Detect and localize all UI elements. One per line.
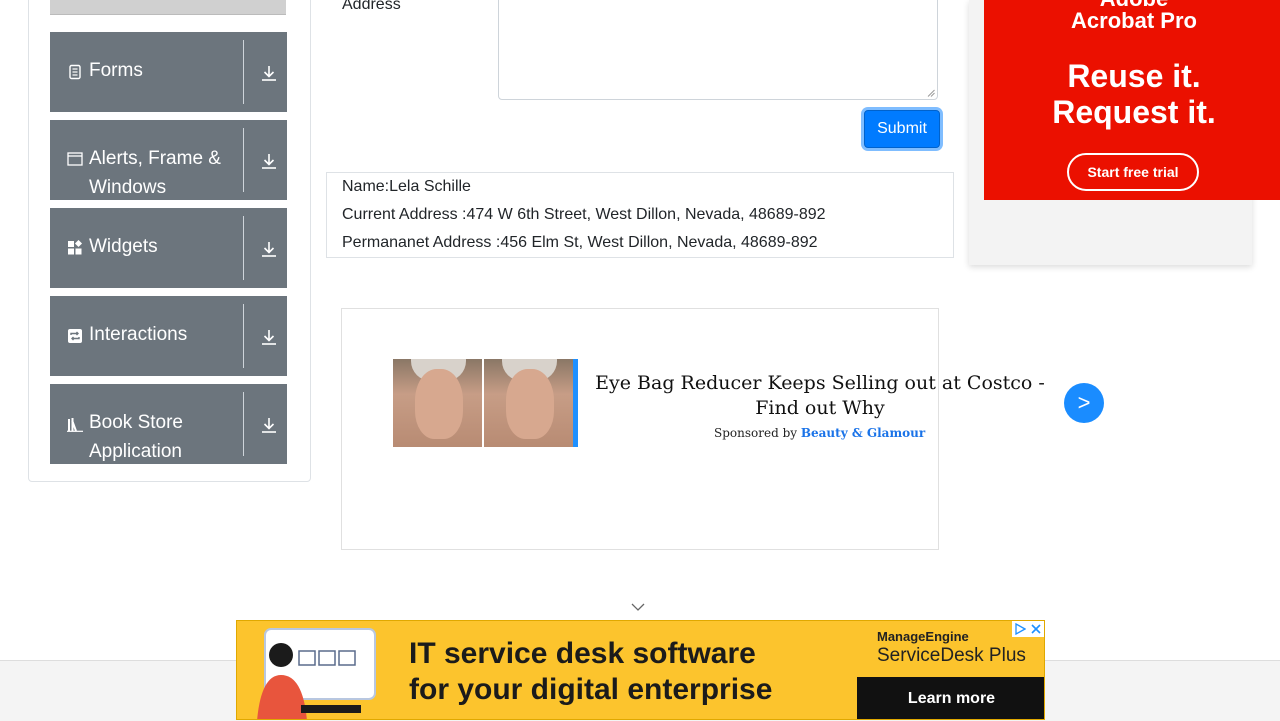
sidebar-group-label: Forms [89,60,143,81]
output-permanent-address: Permananet Address :456 Elm St, West Dil… [342,234,818,251]
divider [243,392,244,456]
books-icon [67,418,83,432]
chevron-down-icon[interactable] [631,602,645,612]
download-icon [262,154,276,169]
sidebar-group-interactions[interactable]: Interactions [50,296,287,376]
divider [243,304,244,368]
output-name: Name:Lela Schille [342,178,471,195]
sponsored-ad[interactable]: Eye Bag Reducer Keeps Selling out at Cos… [341,308,1104,550]
support-agent-illustration [257,628,376,719]
submit-button[interactable]: Submit [864,110,940,148]
sidebar-group-forms[interactable]: Forms [50,32,287,112]
ad-next-button[interactable]: > [1064,383,1104,423]
ad-sponsored-prefix: Sponsored by [714,426,798,440]
close-icon[interactable] [1030,623,1042,635]
resize-handle-icon[interactable] [927,89,935,97]
download-icon [262,242,276,257]
start-free-trial-button[interactable]: Start free trial [1067,153,1199,191]
sidebar-group-bookstore[interactable]: Book Store Application [50,384,287,464]
sidebar-group-label: Book Store Application [89,412,183,462]
form-icon [69,64,81,80]
ad-choices[interactable] [1012,621,1044,637]
divider [243,128,244,192]
permanent-address-textarea[interactable] [498,0,938,100]
learn-more-button[interactable]: Learn more [857,677,1044,719]
ad-tagline-2: Request it. [1052,94,1216,130]
sidebar-group-label: Alerts, Frame & Windows [89,148,221,198]
ad-tagline-1: Reuse it. [1067,58,1201,94]
permanent-address-label: Address [342,0,401,13]
output-current-address: Current Address :474 W 6th Street, West … [342,206,826,223]
sidebar-group-label: Widgets [89,236,158,257]
sidebar-group-label: Interactions [89,324,188,345]
widgets-icon [68,240,83,255]
sidebar-group-widgets[interactable]: Widgets [50,208,287,288]
window-icon [67,152,83,166]
sidebar-group-alerts[interactable]: Alerts, Frame & Windows [50,120,287,200]
ad-headline-2: for your digital enterprise [409,673,773,706]
download-icon [262,330,276,345]
ad-brand-line2: Acrobat Pro [1071,8,1197,33]
servicedesk-ad-banner[interactable]: IT service desk software for your digita… [236,620,1045,720]
adobe-ad-banner[interactable]: Adobe Acrobat Pro Reuse it. Request it. … [984,0,1280,200]
ad-info-icon[interactable] [1014,623,1026,635]
download-icon [262,66,276,81]
ad-photo[interactable] [393,359,578,447]
sidebar-group-header-partial[interactable] [50,0,286,15]
download-icon [262,418,276,433]
ad-sponsor-link[interactable]: Beauty & Glamour [801,426,925,440]
output-panel: Name:Lela Schille Current Address :474 W… [326,172,954,258]
ad-logo-line2: ServiceDesk Plus [877,645,1026,666]
ad-logo-line1: ManageEngine [877,629,969,644]
ad-sponsor-line: Sponsored by Beauty & Glamour [714,426,925,440]
ad-headline[interactable]: Eye Bag Reducer Keeps Selling out at Cos… [588,371,1052,421]
divider [243,40,244,104]
ad-headline-1: IT service desk software [409,637,756,670]
divider [243,216,244,280]
interactions-icon [68,329,82,343]
